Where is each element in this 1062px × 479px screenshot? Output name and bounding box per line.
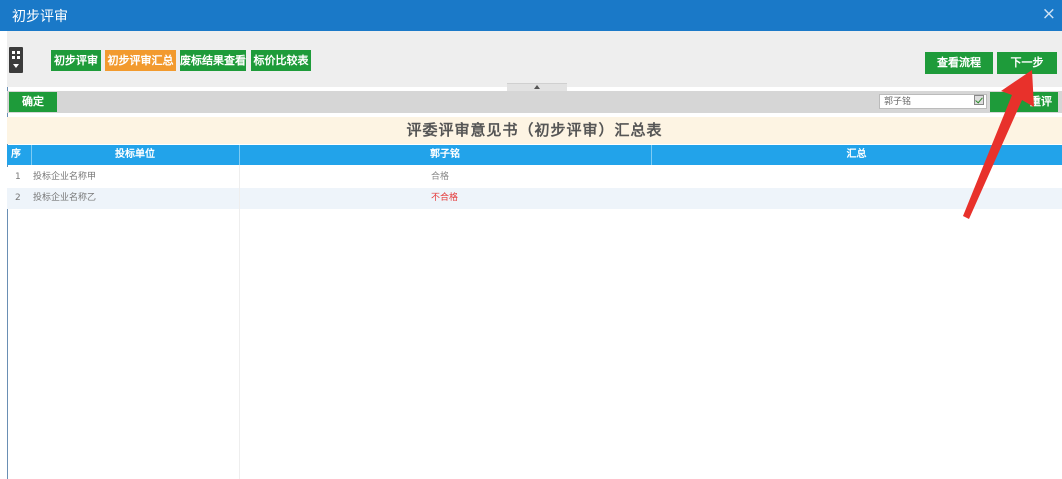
tab-disqualification-results[interactable]: 废标结果查看 (180, 50, 246, 71)
confirm-button[interactable]: 确定 (9, 92, 57, 112)
bidder-name: 投标企业名称甲 (33, 172, 97, 182)
table-row[interactable]: 2 投标企业名称乙 不合格 (7, 188, 1062, 209)
checkbox-checked-icon[interactable] (974, 95, 984, 105)
window-titlebar: 初步评审 × (0, 0, 1062, 31)
row-index: 1 (15, 172, 21, 182)
close-icon[interactable]: × (1042, 4, 1056, 24)
review-result: 不合格 (431, 193, 459, 203)
review-result: 合格 (431, 172, 450, 182)
grid-menu-icon[interactable] (9, 47, 23, 73)
table-row[interactable]: 1 投标企业名称甲 合格 (7, 167, 1062, 188)
tab-preliminary-summary[interactable]: 初步评审汇总 (105, 50, 176, 71)
table-header: 序 投标单位 郭子铭 汇总 (7, 145, 1062, 165)
column-divider (239, 165, 240, 479)
table-caption: 评委评审意见书（初步评审）汇总表 (7, 117, 1062, 144)
tab-price-comparison[interactable]: 标价比较表 (251, 50, 311, 71)
reviewer-select[interactable]: 郭子铭 (879, 94, 987, 109)
row-index: 2 (15, 193, 21, 203)
reevaluate-button[interactable]: 重评 (990, 92, 1058, 112)
column-header-summary: 汇总 (846, 149, 867, 160)
bidder-name: 投标企业名称乙 (33, 193, 97, 203)
column-header-reviewer: 郭子铭 (430, 149, 460, 160)
next-step-button[interactable]: 下一步 (997, 52, 1057, 74)
tab-preliminary-review[interactable]: 初步评审 (51, 50, 101, 71)
column-header-index: 序 (11, 149, 21, 160)
column-header-bidder: 投标单位 (115, 149, 155, 160)
window-title: 初步评审 (12, 9, 68, 25)
view-process-button[interactable]: 查看流程 (925, 52, 993, 74)
